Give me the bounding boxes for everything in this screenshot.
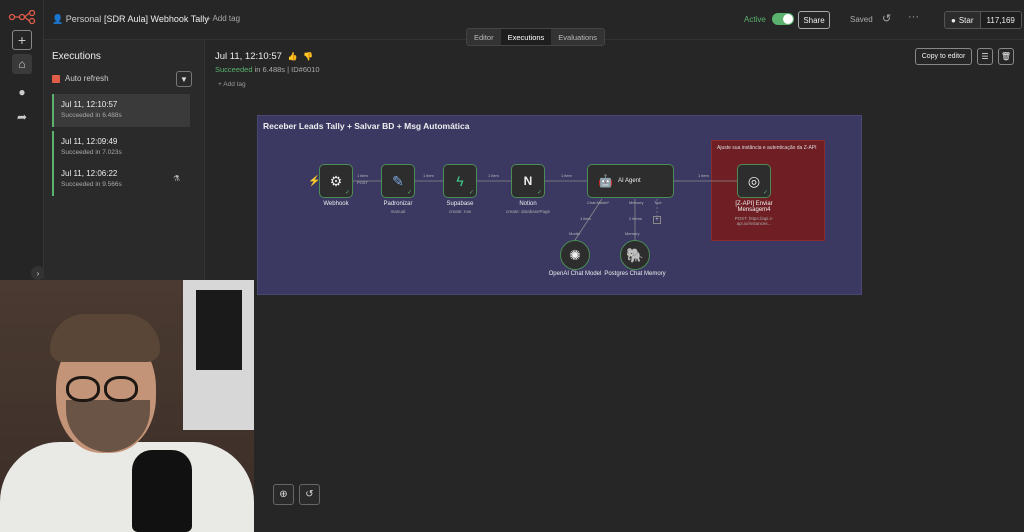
execution-detail-time: Jul 11, 12:10:57 bbox=[215, 51, 282, 62]
workflow-name[interactable]: [SDR Aula] Webhook Tally bbox=[104, 14, 209, 24]
sticky-note-title: Receber Leads Tally + Salvar BD + Msg Au… bbox=[263, 121, 470, 131]
execution-status: Succeeded in 6.488s bbox=[61, 112, 122, 119]
thumbs-up-icon[interactable]: 👍 bbox=[288, 52, 298, 61]
webcam-glasses-right bbox=[104, 376, 138, 402]
execution-detail-duration: in 6.488s | ID#6010 bbox=[252, 65, 320, 74]
tab-editor[interactable]: Editor bbox=[467, 29, 501, 45]
success-check-icon: ✓ bbox=[762, 190, 768, 196]
view-tabs: Editor Executions Evaluations bbox=[466, 28, 606, 46]
node-zapi[interactable]: ◎ ✓ bbox=[737, 164, 771, 198]
node-label-notion: Notion bbox=[519, 201, 537, 207]
github-star-button[interactable]: ● Star 117,169 bbox=[944, 11, 1022, 29]
execution-detail-status: Succeeded bbox=[215, 65, 253, 74]
webcam-wall-art-dark bbox=[196, 290, 242, 370]
node-sub-supabase: create: row bbox=[448, 209, 472, 214]
globe-icon: ◎ bbox=[747, 172, 761, 189]
history-icon[interactable]: ↺ bbox=[882, 12, 891, 25]
github-icon: ● bbox=[951, 15, 956, 25]
postgres-icon: 🐘 bbox=[626, 246, 644, 263]
tab-evaluations[interactable]: Evaluations bbox=[551, 29, 604, 45]
robot-icon: 🤖 bbox=[598, 174, 613, 188]
auto-refresh[interactable]: Auto refresh bbox=[52, 74, 109, 83]
saved-status: Saved bbox=[850, 15, 873, 24]
node-sub-zapi: POST: https://api.z-api.io/instances... bbox=[734, 216, 774, 226]
expand-chevron-icon[interactable]: › bbox=[31, 266, 45, 280]
node-label-postgres: Postgres Chat Memory bbox=[604, 271, 666, 277]
add-tag-link[interactable]: + Add tag bbox=[206, 14, 240, 23]
node-label-ai-agent: AI Agent bbox=[618, 178, 641, 184]
success-check-icon: ✓ bbox=[406, 190, 412, 196]
notion-icon: N bbox=[523, 174, 533, 188]
webcam-microphone bbox=[132, 450, 192, 532]
flask-icon[interactable]: ⚗ bbox=[173, 174, 180, 183]
success-check-icon: ✓ bbox=[468, 190, 474, 196]
node-label-padronizar: Padronizar bbox=[383, 201, 413, 207]
node-supabase[interactable]: ϟ ✓ bbox=[443, 164, 477, 198]
add-tool-plus-icon[interactable]: + bbox=[653, 216, 661, 224]
executions-title: Executions bbox=[52, 51, 101, 62]
personal-label: Personal bbox=[65, 14, 102, 24]
node-notion[interactable]: N ✓ bbox=[511, 164, 545, 198]
execution-detail-meta: Succeeded in 6.488s | ID#6010 bbox=[215, 65, 320, 74]
node-sub-padronizar: manual bbox=[390, 209, 406, 214]
user-icon[interactable]: ● bbox=[12, 82, 32, 102]
execution-time: Jul 11, 12:06:22 bbox=[61, 169, 118, 178]
node-openai-chat-model[interactable]: ✺ bbox=[560, 240, 590, 270]
webcam-person-hair bbox=[50, 314, 160, 362]
node-label-zapi: [Z-API] Enviar Mensagem4 bbox=[735, 201, 773, 213]
sticky-note-red-text: Ajuste sua instância e autenticação da Z… bbox=[717, 145, 817, 151]
share-button[interactable]: Share bbox=[798, 11, 830, 29]
filter-icon[interactable]: ▼ bbox=[176, 71, 192, 87]
webhook-icon: ⚙ bbox=[329, 172, 343, 189]
github-star-label: Star bbox=[958, 15, 974, 25]
node-sub-notion: create: databasePage bbox=[505, 209, 551, 214]
node-padronizar[interactable]: ✎ ✓ bbox=[381, 164, 415, 198]
pencil-icon: ✎ bbox=[392, 172, 404, 189]
auto-refresh-label: Auto refresh bbox=[65, 74, 109, 83]
success-check-icon: ✓ bbox=[344, 190, 350, 196]
node-label-webhook: Webhook bbox=[323, 201, 349, 207]
execution-item[interactable]: Jul 11, 12:09:49 Succeeded in 7.023s bbox=[52, 131, 190, 164]
create-plus-icon[interactable]: + bbox=[12, 30, 32, 50]
execution-add-tag[interactable]: + Add tag bbox=[218, 81, 246, 88]
workflow-canvas[interactable]: Jul 11, 12:10:57 👍 👎 Succeeded in 6.488s… bbox=[205, 40, 1024, 532]
node-ai-agent[interactable]: 🤖 AI Agent bbox=[587, 164, 674, 198]
execution-time: Jul 11, 12:10:57 bbox=[61, 100, 118, 109]
execution-item[interactable]: Jul 11, 12:10:57 Succeeded in 6.488s bbox=[52, 94, 190, 127]
webcam-person-shirt bbox=[0, 442, 254, 532]
execution-status: Succeeded in 9.566s bbox=[61, 181, 122, 188]
trash-icon[interactable]: 🗑 bbox=[998, 48, 1014, 65]
reset-zoom-icon[interactable]: ↺ bbox=[299, 484, 320, 505]
n8n-app: + ⌂ ● ➦ › 👤 Personal [SDR Aula] Webhook … bbox=[0, 0, 1024, 532]
n8n-logo-icon[interactable] bbox=[8, 10, 36, 24]
execution-time: Jul 11, 12:09:49 bbox=[61, 137, 118, 146]
zoom-in-icon[interactable]: ⊕ bbox=[273, 484, 294, 505]
breadcrumb-personal[interactable]: 👤 Personal bbox=[52, 14, 101, 25]
success-check-icon: ✓ bbox=[536, 190, 542, 196]
node-postgres-chat-memory[interactable]: 🐘 bbox=[620, 240, 650, 270]
more-options-icon[interactable]: ··· bbox=[908, 11, 919, 23]
tab-executions[interactable]: Executions bbox=[500, 29, 552, 45]
active-label: Active bbox=[744, 14, 766, 24]
node-webhook[interactable]: ⚙ ✓ bbox=[319, 164, 353, 198]
auto-refresh-checkbox[interactable] bbox=[52, 74, 60, 83]
supabase-icon: ϟ bbox=[456, 173, 464, 189]
execution-status: Succeeded in 7.023s bbox=[61, 149, 122, 156]
execution-item[interactable]: Jul 11, 12:06:22 Succeeded in 9.566s ⚗ bbox=[52, 163, 190, 196]
thumbs-down-icon[interactable]: 👎 bbox=[303, 52, 313, 61]
home-icon[interactable]: ⌂ bbox=[12, 54, 32, 74]
node-label-supabase: Supabase bbox=[446, 201, 474, 207]
share-icon[interactable]: ➦ bbox=[12, 107, 32, 127]
executions-panel: Executions Auto refresh ▼ Jul 11, 12:10:… bbox=[44, 40, 205, 280]
execution-detail-title: Jul 11, 12:10:57 👍 👎 bbox=[215, 51, 313, 62]
openai-icon: ✺ bbox=[569, 246, 581, 263]
webcam-overlay bbox=[0, 280, 254, 532]
github-star-count: 117,169 bbox=[979, 12, 1021, 28]
copy-to-editor-button[interactable]: Copy to editor bbox=[915, 48, 972, 65]
active-toggle[interactable] bbox=[771, 13, 794, 25]
active-switch-wrap: Active bbox=[744, 13, 794, 25]
webcam-glasses-left bbox=[66, 376, 100, 402]
list-icon[interactable]: ☰ bbox=[977, 48, 993, 65]
